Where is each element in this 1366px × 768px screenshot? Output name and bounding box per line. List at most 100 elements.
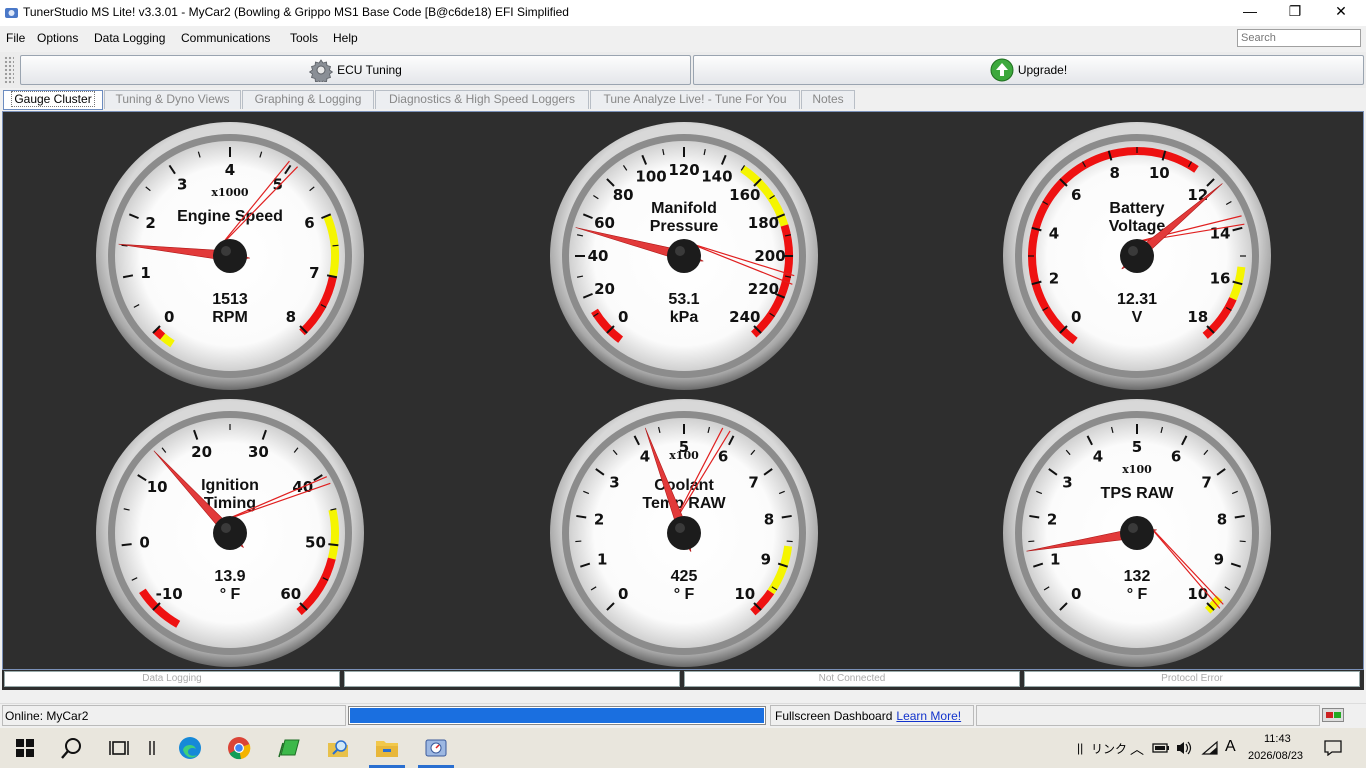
- gauge-multiplier: x100: [1122, 463, 1152, 476]
- gauge-title: Manifold: [651, 200, 717, 217]
- tab-graphing-logging[interactable]: Graphing & Logging: [242, 90, 374, 109]
- gauge-tick-label: 2: [145, 214, 155, 232]
- menu-tools[interactable]: Tools: [290, 31, 318, 45]
- gauge-tick-label: 30: [248, 443, 269, 461]
- tab-tuning-dyno-views[interactable]: Tuning & Dyno Views: [104, 90, 241, 109]
- search-input[interactable]: Search: [1237, 29, 1361, 47]
- gauge-tick-label: 200: [754, 247, 785, 265]
- battery-voltage-gauge[interactable]: 02468 1012141618BatteryVoltage12.31V: [1001, 120, 1273, 392]
- clock-time[interactable]: 11:43: [1264, 733, 1291, 745]
- engine-speed-gauge[interactable]: 012345678x1000Engine Speed1513RPM: [94, 120, 366, 392]
- minimize-button[interactable]: —: [1227, 0, 1273, 24]
- manifold-pressure-gauge[interactable]: 020 40 60 80100 120 140160 180 200 220 240 Manifol…: [548, 120, 820, 392]
- gauge-tick-label: 2: [1047, 511, 1057, 529]
- gauge-units: ° F: [220, 586, 241, 603]
- gauge-multiplier: x100: [669, 449, 699, 462]
- tps-raw-gauge[interactable]: 01 2 3 4 5 6 7 8 9 10 x100 TPS RAW 132° F: [1001, 397, 1273, 669]
- gauge-tick-label: 0: [1071, 308, 1081, 326]
- upgrade-label: Upgrade!: [1017, 63, 1068, 77]
- gauge-title: Voltage: [1109, 218, 1166, 235]
- coolant-temp-gauge[interactable]: 012345678910x100CoolantTemp RAW425° F: [548, 397, 820, 669]
- gauge-tick-label: 2: [1049, 269, 1059, 287]
- upgrade-button[interactable]: Upgrade!: [693, 55, 1364, 85]
- title-bar: TunerStudio MS Lite! v3.3.01 - MyCar2 (B…: [0, 0, 1366, 26]
- gauge-hub: [667, 516, 701, 550]
- gauge-value: 132: [1124, 568, 1151, 585]
- file-explorer-icon[interactable]: [368, 732, 406, 764]
- gauge-value: 53.1: [668, 291, 699, 308]
- widgets-divider-icon[interactable]: [133, 732, 171, 764]
- gauge-tick-label: 12: [1187, 186, 1208, 204]
- gauge-tick-label: 10: [1187, 585, 1208, 603]
- up-arrow-icon: [990, 58, 1014, 82]
- gauge-tick-label: 1: [597, 551, 607, 569]
- tunerstudio-taskbar-icon[interactable]: [417, 732, 455, 764]
- menu-options[interactable]: Options: [37, 31, 78, 45]
- clock-date[interactable]: 2026/08/23: [1248, 750, 1303, 762]
- gauge-tick-label: -10: [156, 585, 183, 603]
- menu-file[interactable]: File: [6, 31, 25, 45]
- speaker-icon[interactable]: [1175, 740, 1193, 756]
- tray-overflow-chevron-icon[interactable]: ︿: [1130, 739, 1144, 759]
- start-windows-icon[interactable]: [6, 732, 44, 764]
- gauge-major-tick: [328, 543, 339, 547]
- gauge-tick-label: 8: [764, 511, 774, 529]
- gauge-tick-label: 10: [147, 478, 168, 496]
- gauge-hub-highlight: [221, 246, 231, 256]
- green-notebook-icon[interactable]: [270, 732, 308, 764]
- tray-lang-label[interactable]: リンク: [1091, 740, 1127, 757]
- connection-progress-bar: [348, 706, 766, 725]
- toolbar-grip[interactable]: [4, 56, 14, 84]
- gauge-hub: [667, 239, 701, 273]
- ecu-tuning-label: ECU Tuning: [337, 63, 402, 77]
- maximize-button[interactable]: ❐: [1272, 0, 1318, 24]
- gauge-tick-label: 6: [1171, 447, 1181, 465]
- gauge-tick-label: 40: [588, 247, 609, 265]
- connection-indicator-icon: [1322, 708, 1344, 722]
- menu-communications[interactable]: Communications: [181, 31, 270, 45]
- gauge-tick-label: 50: [305, 534, 326, 552]
- gauge-tick-label: 7: [1201, 473, 1211, 491]
- gauge-tick-label: 240: [729, 308, 760, 326]
- gauge-tick-label: 20: [594, 280, 615, 298]
- gauge-tick-label: 6: [718, 447, 728, 465]
- menu-bar: File Options Data Logging Communications…: [0, 26, 1366, 50]
- gauge-tick-label: 3: [177, 175, 187, 193]
- battery-icon[interactable]: [1152, 741, 1170, 755]
- wifi-icon[interactable]: [1201, 740, 1219, 756]
- tab-tune-analyze-live[interactable]: Tune Analyze Live! - Tune For You: [590, 90, 800, 109]
- ignition-timing-gauge[interactable]: -100102030405060IgnitionTiming13.9° F: [94, 397, 366, 669]
- ime-mode-label[interactable]: A: [1225, 738, 1236, 756]
- data-logging-indicator: Data Logging: [4, 671, 340, 687]
- gauge-tick-label: 60: [594, 214, 615, 232]
- close-button[interactable]: ✕: [1318, 0, 1364, 24]
- gauge-tick-label: 7: [309, 264, 319, 282]
- gauge-tick-label: 3: [1062, 473, 1072, 491]
- gauge-value: 12.31: [1117, 291, 1157, 308]
- tunerstudio-app-icon[interactable]: [4, 5, 19, 20]
- gauge-value: 13.9: [214, 568, 245, 585]
- tab-notes[interactable]: Notes: [801, 90, 855, 109]
- notification-icon[interactable]: [1324, 740, 1342, 756]
- gauge-units: ° F: [1127, 586, 1148, 603]
- menu-data-logging[interactable]: Data Logging: [94, 31, 165, 45]
- gauge-tick-label: 0: [139, 534, 149, 552]
- gauge-tick-label: 4: [225, 161, 235, 179]
- ecu-tuning-button[interactable]: ECU Tuning: [20, 55, 691, 85]
- gauge-tick-label: 9: [1214, 551, 1224, 569]
- gauge-hub-highlight: [1128, 523, 1138, 533]
- learn-more-link[interactable]: Learn More!: [896, 709, 961, 723]
- gauge-tick-label: 100: [635, 168, 666, 186]
- gauge-tick-label: 4: [1093, 447, 1103, 465]
- tab-gauge-cluster[interactable]: Gauge Cluster: [3, 90, 103, 110]
- gauge-units: RPM: [212, 309, 248, 326]
- gauge-tick-label: 180: [748, 214, 779, 232]
- search-icon[interactable]: [53, 732, 91, 764]
- fullscreen-dashboard-panel: Fullscreen Dashboard Learn More!: [770, 705, 974, 726]
- chrome-browser-icon[interactable]: [220, 732, 258, 764]
- menu-help[interactable]: Help: [333, 31, 358, 45]
- tab-diagnostics-loggers[interactable]: Diagnostics & High Speed Loggers: [375, 90, 589, 109]
- edge-browser-icon[interactable]: [171, 732, 209, 764]
- file-search-icon[interactable]: [319, 732, 357, 764]
- gauge-tick-label: 10: [734, 585, 755, 603]
